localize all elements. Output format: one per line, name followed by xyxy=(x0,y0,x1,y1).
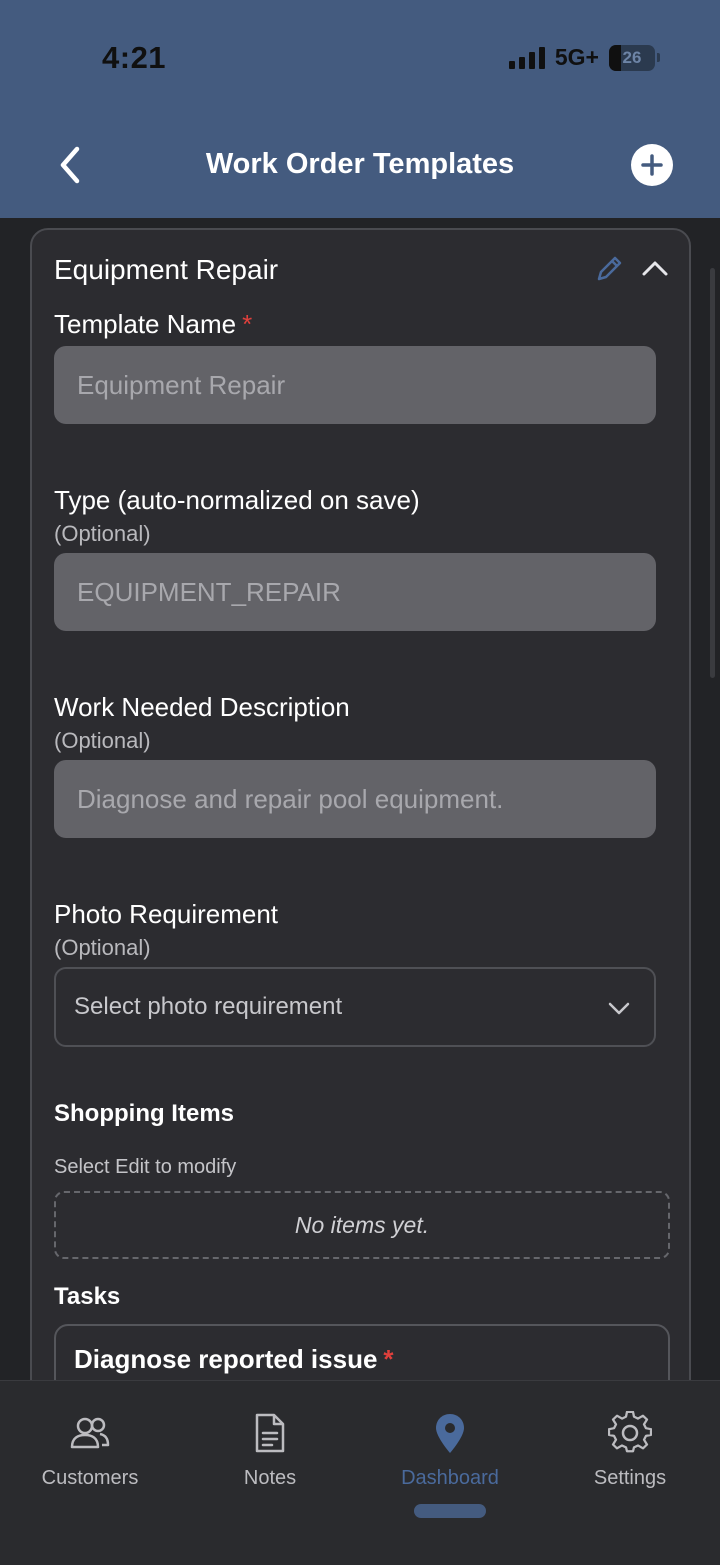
tab-label: Notes xyxy=(243,1467,297,1489)
template-name-label: Template Name * xyxy=(54,309,252,340)
tasks-title: Tasks xyxy=(54,1283,121,1310)
plus-icon xyxy=(641,154,663,176)
tab-customers[interactable]: Customers xyxy=(0,1411,180,1490)
required-mark: * xyxy=(242,309,253,339)
task-title: Diagnose reported issue * xyxy=(74,1344,394,1375)
chevron-down-icon xyxy=(608,1002,630,1015)
pencil-icon[interactable] xyxy=(592,252,626,286)
photo-requirement-label: Photo Requirement xyxy=(54,899,279,929)
app-header: 4:21 5G+ 26 Work Order Templates xyxy=(0,0,720,218)
type-value: EQUIPMENT_REPAIR xyxy=(77,576,341,607)
tab-label: Customers xyxy=(41,1467,139,1489)
status-icons: 5G+ 26 xyxy=(508,44,660,71)
tab-label: Dashboard xyxy=(401,1467,499,1489)
tab-notes[interactable]: Notes xyxy=(180,1411,360,1490)
scrollbar[interactable] xyxy=(710,268,715,678)
chevron-up-icon[interactable] xyxy=(638,252,672,286)
work-needed-value: Diagnose and repair pool equipment. xyxy=(77,783,504,814)
tab-bar: Customers Notes Dashboard Settings xyxy=(0,1380,720,1565)
photo-requirement-placeholder: Select photo requirement xyxy=(74,993,343,1020)
tab-settings[interactable]: Settings xyxy=(540,1411,720,1490)
photo-requirement-select[interactable]: Select photo requirement xyxy=(54,967,656,1047)
task-label: Diagnose reported issue xyxy=(74,1344,378,1374)
map-pin-icon xyxy=(436,1414,464,1453)
tab-label: Settings xyxy=(593,1467,667,1489)
shopping-items-empty: No items yet. xyxy=(54,1191,670,1259)
shopping-items-hint: Select Edit to modify xyxy=(54,1156,237,1178)
document-icon xyxy=(255,1413,285,1453)
network-type: 5G+ xyxy=(554,44,599,70)
type-input[interactable]: EQUIPMENT_REPAIR xyxy=(54,553,656,631)
battery-cap xyxy=(657,53,660,62)
add-template-button[interactable] xyxy=(631,144,673,186)
type-label: Type (auto-normalized on save) xyxy=(54,485,420,515)
required-mark: * xyxy=(383,1344,394,1374)
signal-icon xyxy=(508,46,545,69)
page-title: Work Order Templates xyxy=(205,148,515,180)
gear-icon xyxy=(608,1411,652,1453)
type-optional-label: (Optional) xyxy=(54,521,151,546)
home-indicator xyxy=(414,1504,486,1518)
status-time: 4:21 xyxy=(102,40,167,75)
tab-dashboard[interactable]: Dashboard xyxy=(360,1411,540,1490)
template-name-input[interactable]: Equipment Repair xyxy=(54,346,656,424)
battery-icon: 26 xyxy=(609,44,655,71)
photo-requirement-optional-label: (Optional) xyxy=(54,935,151,960)
template-card: Equipment Repair Template Name * Equipmen… xyxy=(30,228,691,1478)
battery-level: 26 xyxy=(622,47,642,67)
work-needed-input[interactable]: Diagnose and repair pool equipment. xyxy=(54,760,656,838)
work-needed-label: Work Needed Description xyxy=(54,692,350,722)
work-needed-optional-label: (Optional) xyxy=(54,728,151,753)
template-name-value: Equipment Repair xyxy=(77,369,286,400)
empty-message: No items yet. xyxy=(294,1211,430,1238)
template-card-title: Equipment Repair xyxy=(54,254,279,285)
shopping-items-title: Shopping Items xyxy=(54,1100,234,1127)
users-icon xyxy=(70,1417,110,1449)
template-name-label-text: Template Name xyxy=(54,309,237,339)
